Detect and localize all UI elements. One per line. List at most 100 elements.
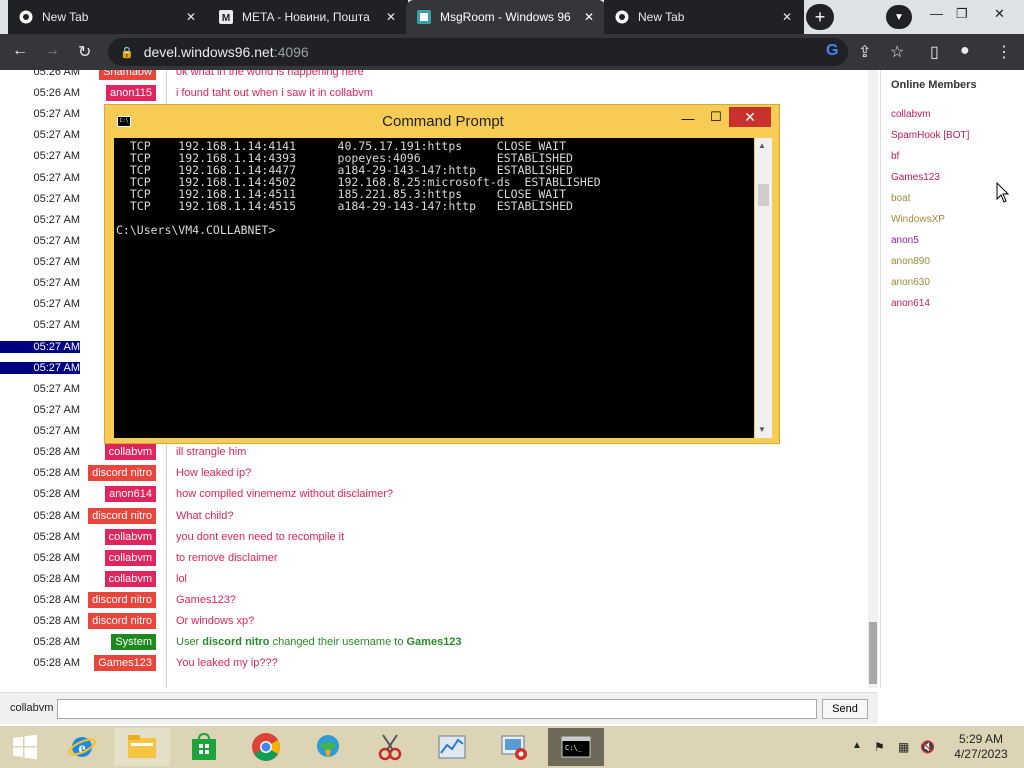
share-icon[interactable]: ⇪: [858, 42, 871, 62]
chat-message: 05:26 AM anon115 i found taht out when i s…: [0, 84, 870, 102]
cmd-close-icon[interactable]: ✕: [729, 107, 771, 127]
tab-title: META - Новини, Пошта: [242, 10, 370, 24]
cmd-console[interactable]: TCP 192.168.1.14:4141 40.75.17.191:https…: [114, 138, 754, 438]
cmd-scrollbar[interactable]: ▲ ▼: [755, 138, 772, 438]
new-tab-button[interactable]: +: [806, 4, 834, 30]
member-item[interactable]: collabvm: [891, 109, 930, 120]
command-prompt-window[interactable]: C:\ Command Prompt — ☐ ✕ TCP 192.168.1.1…: [104, 104, 780, 444]
tab-title: New Tab: [638, 10, 685, 24]
message-timestamp: 05:28 AM: [33, 657, 80, 670]
side-panel-icon[interactable]: ▯: [930, 42, 939, 62]
tab-search-button[interactable]: ▼: [886, 5, 912, 29]
message-username-badge[interactable]: discord nitro: [88, 613, 156, 630]
scroll-down-icon[interactable]: ▼: [758, 425, 766, 434]
member-item[interactable]: WindowsXP: [891, 214, 945, 225]
message-timestamp: 05:27 AM: [33, 319, 80, 332]
taskbar-snipping[interactable]: [362, 728, 418, 766]
members-title: Online Members: [891, 79, 977, 91]
tab-msgroom[interactable]: MsgRoom - Windows 96 ✕: [406, 0, 606, 34]
taskbar-cmd[interactable]: C:\_: [548, 728, 604, 766]
member-item[interactable]: anon5: [891, 235, 919, 246]
member-item[interactable]: Games123: [891, 172, 940, 183]
taskbar-resource-monitor[interactable]: [424, 728, 480, 766]
message-timestamp: 05:27 AM: [33, 256, 80, 269]
message-username-badge[interactable]: System: [111, 634, 156, 651]
message-username-badge[interactable]: Games123: [94, 655, 156, 672]
message-username-badge[interactable]: anon115: [105, 85, 156, 102]
forward-icon[interactable]: →: [44, 42, 60, 60]
member-item[interactable]: anon630: [891, 277, 930, 288]
chat-message: 05:28 AM discord nitro Games123?: [0, 591, 870, 609]
lock-icon[interactable]: 🔒: [120, 46, 134, 59]
bookmark-star-icon[interactable]: ☆: [890, 42, 904, 62]
menu-kebab-icon[interactable]: ⋮: [996, 42, 1012, 62]
taskbar-store[interactable]: [176, 728, 232, 766]
system-message-text: User discord nitro changed their usernam…: [176, 636, 462, 648]
close-window-icon[interactable]: ✕: [994, 6, 1005, 22]
start-button[interactable]: [0, 728, 50, 766]
taskbar-network-app[interactable]: [300, 728, 356, 766]
message-username-badge[interactable]: Shamaow: [99, 70, 156, 80]
action-center-flag-icon[interactable]: ⚑: [874, 740, 885, 754]
message-text: how compiled vinememz without disclaimer…: [176, 488, 394, 501]
member-item[interactable]: bf: [891, 151, 899, 162]
chat-scrollbar-thumb[interactable]: [869, 622, 877, 684]
message-username-badge[interactable]: collabvm: [104, 549, 156, 566]
taskbar-chrome[interactable]: [238, 728, 294, 766]
back-icon[interactable]: ←: [12, 42, 28, 60]
chat-message: 05:28 AM collabvm ill strangle him: [0, 443, 870, 461]
restore-icon[interactable]: ❐: [956, 6, 968, 22]
message-username-badge[interactable]: anon614: [105, 486, 156, 503]
globe-download-icon: [317, 735, 339, 759]
taskbar-ie[interactable]: e: [54, 728, 110, 766]
message-username-badge[interactable]: collabvm: [104, 444, 156, 461]
clock[interactable]: 5:29 AM 4/27/2023: [946, 732, 1016, 762]
member-item[interactable]: anon614: [891, 298, 930, 309]
reload-icon[interactable]: ↻: [78, 42, 91, 62]
performance-graph-icon: [438, 735, 466, 759]
minimize-icon[interactable]: —: [930, 6, 943, 21]
cmd-taskbar-icon: C:\_: [561, 736, 591, 758]
chat-scrollbar[interactable]: [868, 70, 878, 688]
member-item[interactable]: boat: [891, 193, 910, 204]
volume-muted-icon[interactable]: 🔇: [920, 740, 935, 754]
chrome-icon: [614, 9, 630, 25]
message-username-badge[interactable]: collabvm: [104, 528, 156, 545]
cmd-maximize-icon[interactable]: ☐: [707, 109, 725, 125]
message-username-badge[interactable]: discord nitro: [88, 507, 156, 524]
google-icon[interactable]: G: [826, 42, 838, 60]
network-icon[interactable]: ▦: [898, 740, 909, 754]
member-item[interactable]: SpamHook [BOT]: [891, 130, 969, 141]
scroll-up-icon[interactable]: ▲: [758, 141, 766, 150]
tab-close-icon[interactable]: ✕: [582, 10, 596, 24]
message-timestamp: 05:27 AM: [33, 403, 80, 416]
internet-explorer-icon: e: [68, 737, 96, 757]
tab-new-tab-2[interactable]: New Tab ✕: [604, 0, 804, 34]
message-timestamp: 05:27 AM: [0, 361, 80, 374]
message-input[interactable]: [57, 699, 817, 719]
message-username-badge[interactable]: discord nitro: [88, 592, 156, 608]
taskbar-recorder[interactable]: [486, 728, 542, 766]
tab-close-icon[interactable]: ✕: [384, 10, 398, 24]
message-username-badge[interactable]: discord nitro: [88, 465, 156, 482]
message-input-bar: collabvm Send: [0, 692, 878, 724]
member-item[interactable]: anon890: [891, 256, 930, 267]
address-bar[interactable]: 🔒 devel.windows96.net:4096: [108, 38, 848, 66]
show-hidden-icons[interactable]: ▲: [852, 740, 862, 751]
cmd-minimize-icon[interactable]: —: [679, 111, 697, 126]
tab-close-icon[interactable]: ✕: [184, 10, 198, 24]
message-text: What child?: [176, 509, 234, 522]
cmd-titlebar[interactable]: C:\ Command Prompt — ☐ ✕: [105, 105, 781, 137]
send-button[interactable]: Send: [822, 699, 868, 719]
tab-close-icon[interactable]: ✕: [780, 10, 794, 24]
tab-new-tab-1[interactable]: New Tab ✕: [8, 0, 208, 34]
taskbar-explorer[interactable]: [114, 728, 170, 766]
cmd-scrollbar-thumb[interactable]: [758, 184, 769, 206]
tab-meta[interactable]: M META - Новини, Пошта ✕: [208, 0, 408, 34]
message-text: to remove disclaimer: [176, 551, 278, 564]
current-username: collabvm: [10, 702, 54, 714]
profile-icon[interactable]: ●: [960, 42, 970, 60]
new-username: Games123: [406, 636, 462, 649]
url-host: devel.windows96.net: [143, 44, 274, 60]
message-username-badge[interactable]: collabvm: [104, 570, 156, 587]
